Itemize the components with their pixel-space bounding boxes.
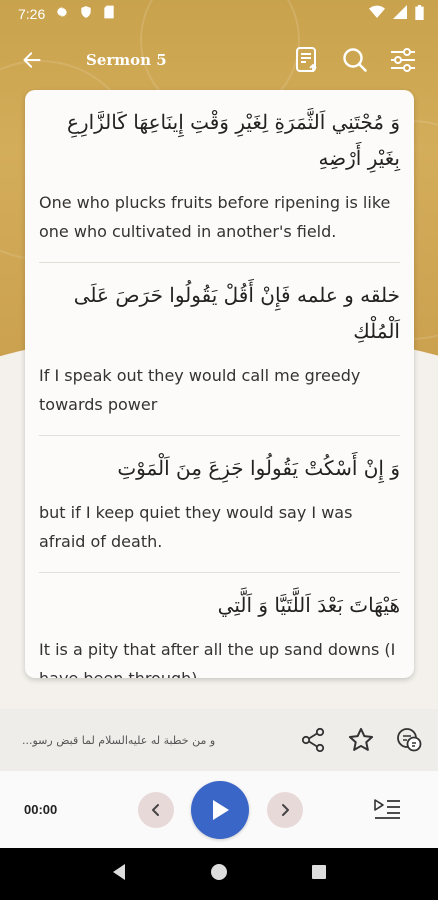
nav-recents-button[interactable]	[311, 864, 327, 884]
sermon-name: و من خطبة له عليه‌السلام لما قبض رسو...	[22, 733, 216, 747]
share-button[interactable]	[298, 725, 328, 755]
translate-icon	[296, 47, 317, 72]
search-button[interactable]	[340, 45, 370, 75]
previous-button[interactable]	[138, 792, 174, 828]
settings-icon	[55, 5, 69, 23]
verse-english: If I speak out they would call me greedy…	[39, 366, 361, 414]
verse-arabic: هَيْهَاتَ بَعْدَ اَللَّتَيَّا وَ اَلَّتِ…	[217, 593, 400, 617]
chat-bubbles-icon	[397, 728, 422, 752]
verse-item[interactable]: وَ مُجْتَنِي اَلثَّمَرَةِ لِغَيْرِ وَقْت…	[39, 90, 400, 263]
battery-icon	[415, 4, 424, 24]
nav-back-button[interactable]	[111, 863, 127, 885]
verse-arabic: خلقه و علمه فَإِنْ أَقُلْ يَقُولُوا حَرَ…	[73, 283, 400, 343]
translate-button[interactable]	[292, 45, 322, 75]
verse-english: It is a pity that after all the up sand …	[39, 640, 396, 678]
sd-card-icon	[103, 5, 115, 23]
status-time: 7:26	[18, 6, 46, 22]
share-icon	[301, 727, 325, 753]
verse-item[interactable]: هَيْهَاتَ بَعْدَ اَللَّتَيَّا وَ اَلَّتِ…	[39, 573, 400, 678]
shield-icon	[79, 5, 93, 23]
arrow-back-icon	[23, 52, 41, 68]
system-navigation-bar	[0, 848, 438, 900]
sermon-action-strip: و من خطبة له عليه‌السلام لما قبض رسو...	[0, 709, 438, 771]
status-bar: 7:26	[0, 0, 438, 28]
app-bar: Sermon 5	[0, 28, 438, 92]
sermon-card: وَ مُجْتَنِي اَلثَّمَرَةِ لِغَيْرِ وَقْت…	[25, 90, 414, 678]
settings-sliders-icon	[391, 48, 415, 72]
verse-english: One who plucks fruits before ripening is…	[39, 193, 391, 241]
verse-english: but if I keep quiet they would say I was…	[39, 503, 353, 551]
chevron-left-icon	[152, 804, 159, 816]
play-button[interactable]	[191, 781, 249, 839]
wifi-icon	[369, 5, 385, 23]
playlist-play-icon	[374, 799, 400, 819]
search-icon	[343, 48, 367, 72]
page-title: Sermon 5	[86, 51, 167, 69]
play-icon	[213, 800, 229, 820]
next-button[interactable]	[267, 792, 303, 828]
back-button[interactable]	[0, 28, 64, 92]
playback-time: 00:00	[24, 802, 58, 817]
verse-arabic: وَ مُجْتَنِي اَلثَّمَرَةِ لِغَيْرِ وَقْت…	[67, 110, 400, 170]
verse-item[interactable]: وَ إِنْ أَسْكُتْ يَقُولُوا جَزِعَ مِنَ ا…	[39, 436, 400, 573]
star-icon	[348, 727, 374, 751]
playlist-button[interactable]	[370, 794, 404, 824]
favorite-button[interactable]	[346, 725, 376, 755]
square-recents-icon	[311, 865, 326, 879]
signal-icon	[393, 5, 407, 23]
comments-button[interactable]	[394, 725, 424, 755]
settings-button[interactable]	[388, 45, 418, 75]
verse-item[interactable]: خلقه و علمه فَإِنْ أَقُلْ يَقُولُوا حَرَ…	[39, 263, 400, 436]
nav-home-button[interactable]	[210, 863, 228, 885]
audio-player: 00:00	[0, 771, 438, 848]
chevron-right-icon	[282, 804, 289, 816]
circle-home-icon	[210, 864, 227, 880]
verse-arabic: وَ إِنْ أَسْكُتْ يَقُولُوا جَزِعَ مِنَ ا…	[117, 456, 400, 480]
triangle-back-icon	[113, 864, 126, 880]
